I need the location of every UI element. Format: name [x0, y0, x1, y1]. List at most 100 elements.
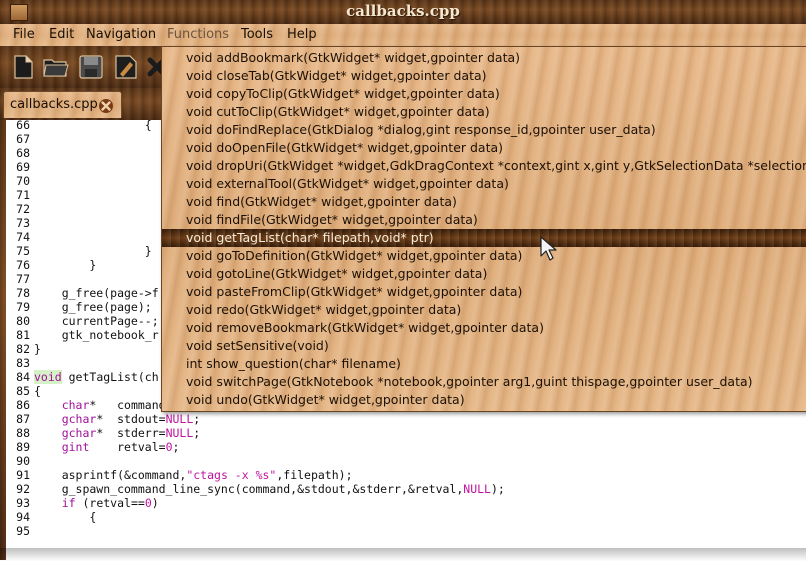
- line-number: 90: [16, 454, 30, 468]
- code-line[interactable]: 84 void getTagList(ch: [6, 370, 159, 384]
- code-line[interactable]: 73: [6, 216, 34, 230]
- new-file-button[interactable]: [10, 54, 36, 80]
- code-text: asprintf(&command,"ctags -x %s",filepath…: [34, 468, 353, 482]
- function-signature: void findFile(GtkWidget* widget,gpointer…: [186, 212, 478, 227]
- line-number: 73: [16, 216, 30, 230]
- title-bar[interactable]: callbacks.cpp: [0, 0, 806, 25]
- line-number: 66: [16, 120, 30, 132]
- new-file-icon: [14, 55, 33, 79]
- function-item[interactable]: int show_question(char* filename): [162, 355, 806, 373]
- edit-icon: [115, 55, 137, 79]
- function-item[interactable]: void switchPage(GtkNotebook *notebook,gp…: [162, 373, 806, 391]
- function-signature: void goToDefinition(GtkWidget* widget,gp…: [186, 248, 523, 263]
- menu-functions[interactable]: Functions: [167, 27, 229, 42]
- function-item[interactable]: void gotoLine(GtkWidget* widget,gpointer…: [162, 265, 806, 283]
- function-item[interactable]: void redo(GtkWidget* widget,gpointer dat…: [162, 301, 806, 319]
- function-item[interactable]: void doFindReplace(GtkDialog *dialog,gin…: [162, 121, 806, 139]
- code-line[interactable]: 77: [6, 272, 34, 286]
- code-line[interactable]: 92 g_spawn_command_line_sync(command,&st…: [6, 482, 505, 496]
- code-line[interactable]: 83: [6, 356, 34, 370]
- line-number: 85: [16, 384, 30, 398]
- function-signature: void doOpenFile(GtkWidget* widget,gpoint…: [186, 140, 504, 155]
- code-line[interactable]: 95: [6, 524, 34, 538]
- code-line[interactable]: 90: [6, 454, 34, 468]
- code-line[interactable]: 88 gchar* stderr=NULL;: [6, 426, 200, 440]
- menu-navigation[interactable]: Navigation: [86, 27, 156, 42]
- code-line[interactable]: 66 {: [6, 120, 152, 132]
- code-line[interactable]: 85 {: [6, 384, 41, 398]
- function-item[interactable]: void find(GtkWidget* widget,gpointer dat…: [162, 193, 806, 211]
- function-signature: void removeBookmark(GtkWidget* widget,gp…: [186, 320, 544, 335]
- code-line[interactable]: 80 currentPage--;: [6, 314, 159, 328]
- open-folder-icon: [43, 59, 69, 77]
- function-item[interactable]: void externalTool(GtkWidget* widget,gpoi…: [162, 175, 806, 193]
- line-number: 93: [16, 496, 30, 510]
- code-line[interactable]: 91 asprintf(&command,"ctags -x %s",filep…: [6, 468, 353, 482]
- line-number: 72: [16, 202, 30, 216]
- line-number: 79: [16, 300, 30, 314]
- function-item[interactable]: void addBookmark(GtkWidget* widget,gpoin…: [162, 49, 806, 67]
- code-line[interactable]: 94 {: [6, 510, 96, 524]
- code-line[interactable]: 74: [6, 230, 34, 244]
- code-line[interactable]: 87 gchar* stdout=NULL;: [6, 412, 200, 426]
- function-signature: void setSensitive(void): [186, 338, 329, 353]
- function-signature: void undo(GtkWidget* widget,gpointer dat…: [186, 392, 465, 407]
- tab-callbacks-cpp[interactable]: callbacks.cpp: [3, 91, 122, 118]
- function-item[interactable]: void cutToClip(GtkWidget* widget,gpointe…: [162, 103, 806, 121]
- function-item[interactable]: void goToDefinition(GtkWidget* widget,gp…: [162, 247, 806, 265]
- line-number: 69: [16, 160, 30, 174]
- line-number: 89: [16, 440, 30, 454]
- mouse-pointer-icon: [540, 236, 557, 261]
- line-number: 87: [16, 412, 30, 426]
- code-text: g_free(page->f: [34, 286, 159, 300]
- code-text: }: [34, 342, 41, 356]
- function-item[interactable]: void copyToClip(GtkWidget* widget,gpoint…: [162, 85, 806, 103]
- line-number: 82: [16, 342, 30, 356]
- code-line[interactable]: 72: [6, 202, 34, 216]
- line-number: 70: [16, 174, 30, 188]
- menu-file[interactable]: File: [13, 27, 35, 42]
- open-button[interactable]: [43, 54, 69, 80]
- code-line[interactable]: 79 g_free(page);: [6, 300, 152, 314]
- line-number: 76: [16, 258, 30, 272]
- function-signature: void externalTool(GtkWidget* widget,gpoi…: [186, 176, 509, 191]
- code-text: g_free(page);: [34, 300, 152, 314]
- save-button[interactable]: [78, 54, 104, 80]
- code-line[interactable]: 78 g_free(page->f: [6, 286, 159, 300]
- function-item[interactable]: void closeTab(GtkWidget* widget,gpointer…: [162, 67, 806, 85]
- save-icon: [79, 55, 103, 79]
- line-number: 74: [16, 230, 30, 244]
- function-item[interactable]: void dropUri(GtkWidget *widget,GdkDragCo…: [162, 157, 806, 175]
- function-item[interactable]: void findFile(GtkWidget* widget,gpointer…: [162, 211, 806, 229]
- menu-edit[interactable]: Edit: [49, 27, 74, 42]
- line-number: 78: [16, 286, 30, 300]
- function-item[interactable]: void pasteFromClip(GtkWidget* widget,gpo…: [162, 283, 806, 301]
- function-item[interactable]: void doOpenFile(GtkWidget* widget,gpoint…: [162, 139, 806, 157]
- code-line[interactable]: 69: [6, 160, 34, 174]
- code-line[interactable]: 89 gint retval=0;: [6, 440, 179, 454]
- function-signature: void copyToClip(GtkWidget* widget,gpoint…: [186, 86, 500, 101]
- code-text: currentPage--;: [34, 314, 159, 328]
- function-item-selected[interactable]: void getTagList(char* filepath,void* ptr…: [162, 229, 806, 247]
- function-signature: int show_question(char* filename): [186, 356, 401, 371]
- function-item[interactable]: void undo(GtkWidget* widget,gpointer dat…: [162, 391, 806, 409]
- line-number: 71: [16, 188, 30, 202]
- code-line[interactable]: 70: [6, 174, 34, 188]
- menu-help[interactable]: Help: [287, 27, 317, 42]
- code-line[interactable]: 67: [6, 132, 34, 146]
- function-item[interactable]: void setSensitive(void): [162, 337, 806, 355]
- function-item[interactable]: void removeBookmark(GtkWidget* widget,gp…: [162, 319, 806, 337]
- code-text: gchar* stdout=NULL;: [61, 412, 201, 426]
- code-line[interactable]: 68: [6, 146, 34, 160]
- code-line[interactable]: 76 }: [6, 258, 96, 272]
- code-line[interactable]: 71: [6, 188, 34, 202]
- code-line[interactable]: 93 if (retval==0): [6, 496, 159, 510]
- code-line[interactable]: 81 gtk_notebook_r: [6, 328, 158, 342]
- code-line[interactable]: 75 }: [6, 244, 152, 258]
- code-line[interactable]: 82}: [6, 342, 41, 356]
- menu-tools[interactable]: Tools: [241, 27, 273, 42]
- code-line[interactable]: 86 char* command: [6, 398, 165, 412]
- tab-close-button[interactable]: [98, 98, 114, 114]
- edit-button[interactable]: [112, 54, 138, 80]
- line-number: 94: [16, 510, 30, 524]
